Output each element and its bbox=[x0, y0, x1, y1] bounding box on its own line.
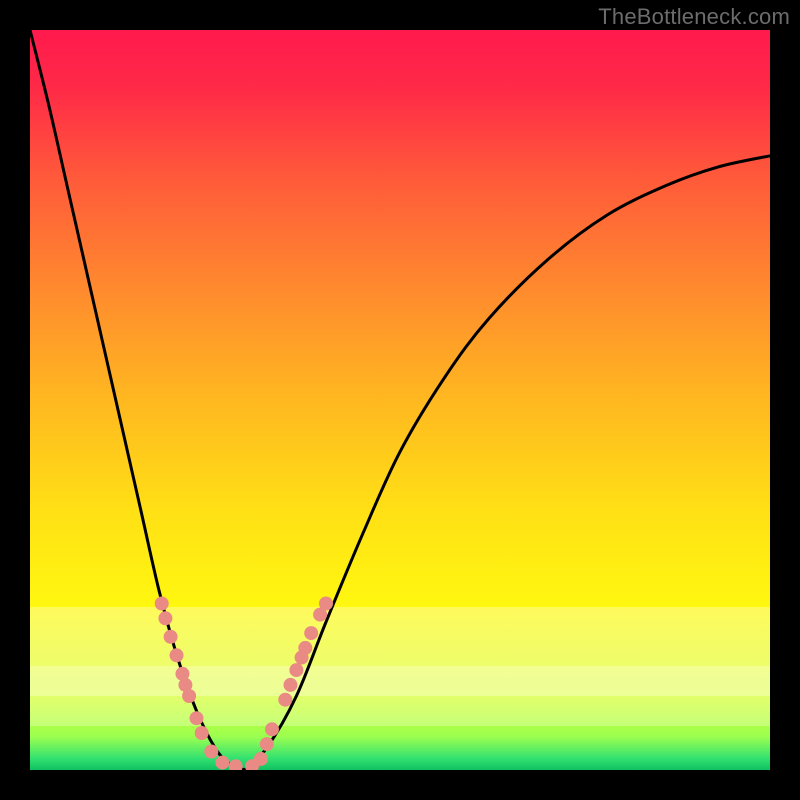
marker-right-9 bbox=[304, 626, 318, 640]
marker-left-9 bbox=[204, 745, 218, 759]
marker-right-2 bbox=[260, 737, 274, 751]
marker-left-6 bbox=[182, 689, 196, 703]
marker-right-3 bbox=[265, 722, 279, 736]
marker-group bbox=[155, 597, 333, 771]
marker-right-8 bbox=[298, 641, 312, 655]
chart-frame: TheBottleneck.com bbox=[0, 0, 800, 800]
marker-left-1 bbox=[158, 611, 172, 625]
curve-right-branch bbox=[245, 156, 770, 770]
curve-left-branch bbox=[30, 30, 245, 770]
marker-right-6 bbox=[289, 663, 303, 677]
marker-left-0 bbox=[155, 597, 169, 611]
marker-left-7 bbox=[190, 711, 204, 725]
marker-left-2 bbox=[164, 630, 178, 644]
marker-left-10 bbox=[215, 756, 229, 770]
marker-left-8 bbox=[195, 726, 209, 740]
marker-right-4 bbox=[278, 693, 292, 707]
marker-left-3 bbox=[170, 648, 184, 662]
marker-left-11 bbox=[229, 759, 243, 770]
marker-right-11 bbox=[319, 597, 333, 611]
marker-right-5 bbox=[283, 678, 297, 692]
marker-right-1 bbox=[254, 752, 268, 766]
plot-area bbox=[30, 30, 770, 770]
watermark-text: TheBottleneck.com bbox=[598, 4, 790, 30]
curve-layer bbox=[30, 30, 770, 770]
